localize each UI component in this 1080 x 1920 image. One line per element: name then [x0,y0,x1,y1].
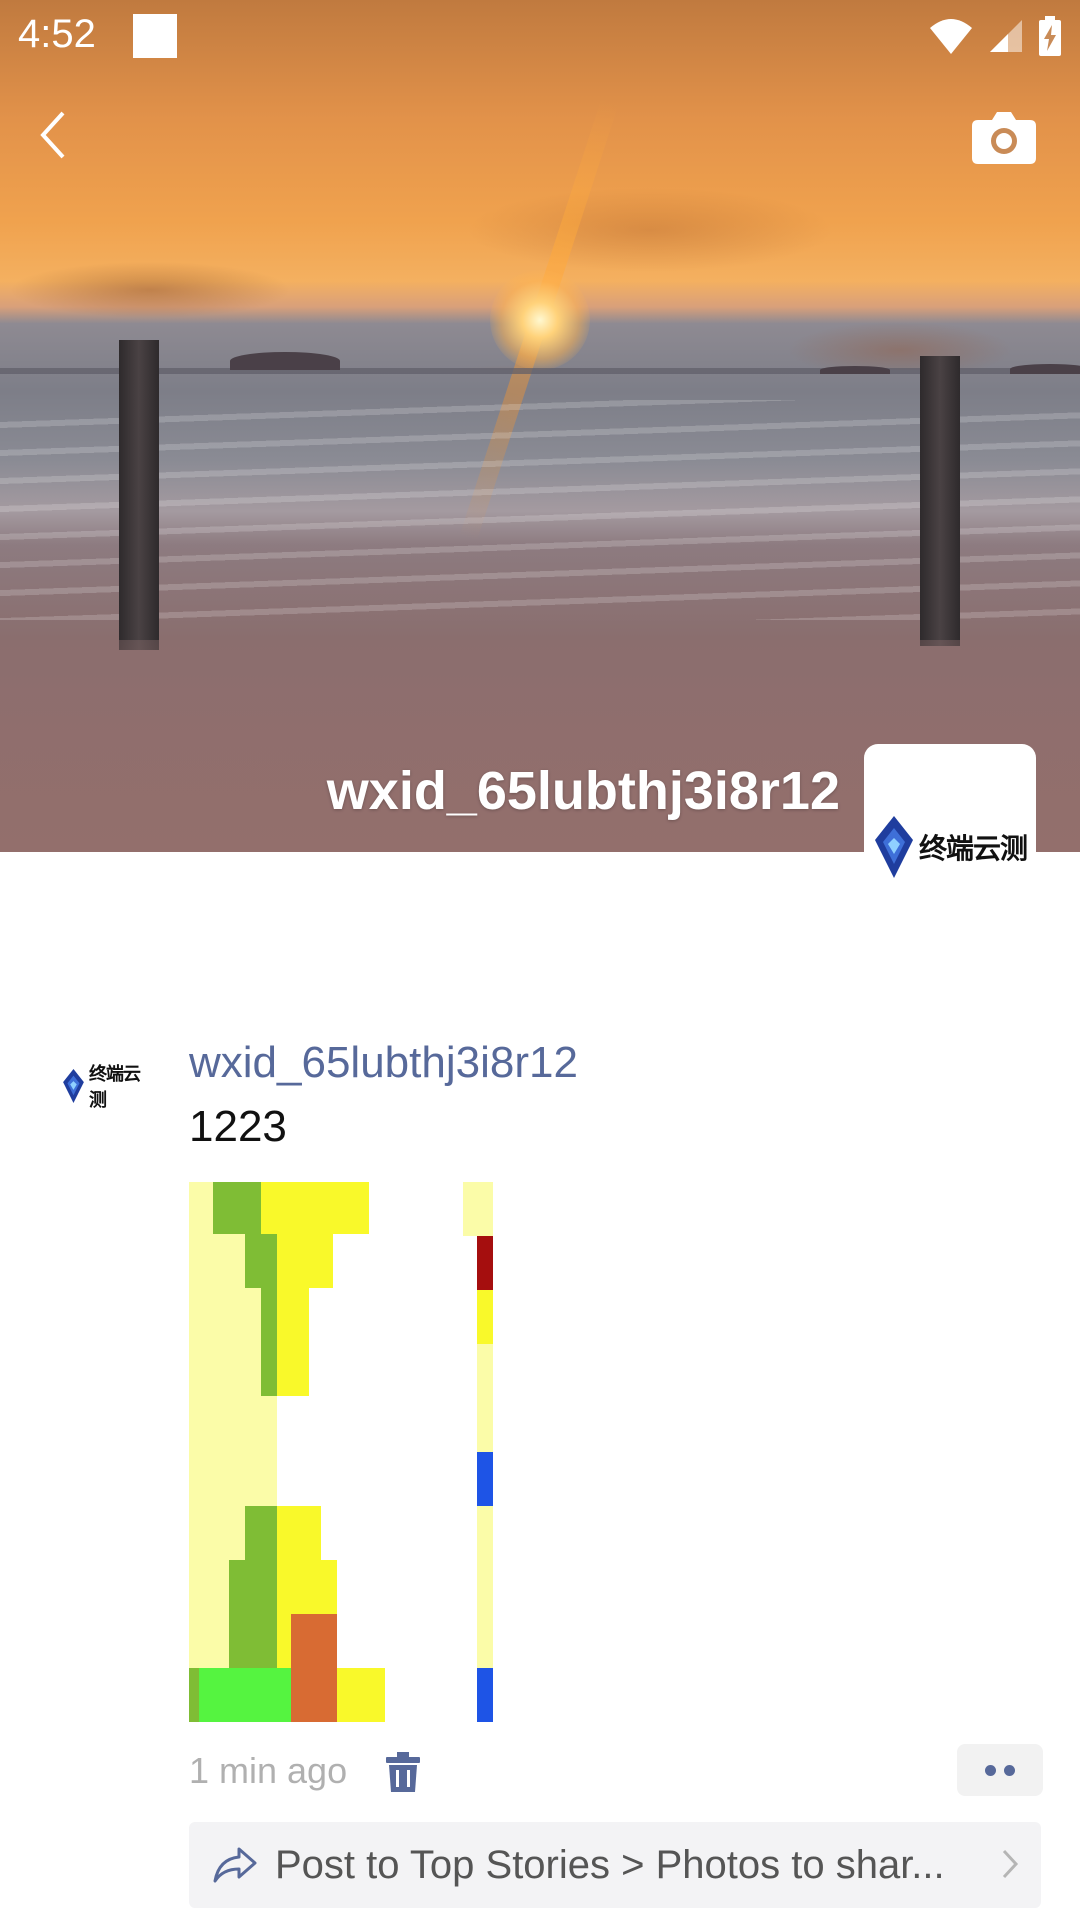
wooden-post [920,356,960,646]
sun [490,270,590,370]
island [230,352,340,370]
more-icon-dot [1004,1764,1015,1776]
post-image[interactable] [189,1182,493,1722]
island [1010,364,1080,374]
logo-text: 终端云测 [918,833,1028,864]
share-to-top-stories-bar[interactable]: Post to Top Stories > Photos to shar... [189,1822,1041,1908]
back-icon[interactable] [30,105,80,165]
post-avatar[interactable]: 终端云测 [62,1062,154,1110]
cover-username: wxid_65lubthj3i8r12 [326,761,840,821]
logo-text: 终端云测 [88,1064,141,1110]
island [820,366,890,374]
more-button[interactable] [957,1744,1043,1796]
wooden-post [119,340,159,650]
logo-mark-icon [874,816,913,878]
terminal-cloud-logo: 终端云测 [873,814,1028,880]
chevron-right-icon [1002,1849,1019,1879]
profile-avatar[interactable]: 终端云测 [864,744,1036,894]
more-icon [985,1764,996,1776]
share-icon [213,1847,257,1883]
share-label: Post to Top Stories > Photos to shar... [275,1842,945,1887]
trash-icon[interactable] [386,1752,420,1792]
battery-charging-icon [1039,16,1061,56]
cover-photo[interactable] [0,0,1080,852]
post-author-name[interactable]: wxid_65lubthj3i8r12 [189,1038,578,1088]
signal-icon [990,20,1022,52]
wifi-icon [930,19,972,54]
post-text: 1223 [189,1102,287,1151]
notification-icon [133,14,177,58]
horizon [0,368,1080,374]
post-time: 1 min ago [189,1750,348,1791]
status-bar: 4:52 [0,0,1080,75]
camera-icon[interactable] [972,112,1036,164]
waves [0,400,1080,620]
logo-mark-icon [63,1069,84,1103]
status-time: 4:52 [18,12,96,56]
